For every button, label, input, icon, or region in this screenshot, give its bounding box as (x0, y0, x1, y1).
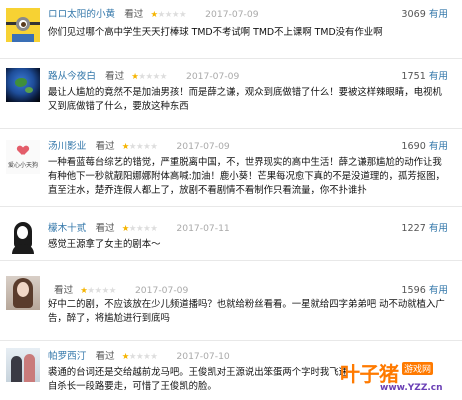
star-empty-icon: ★ (150, 352, 158, 362)
useful-button[interactable]: 有用 (429, 9, 448, 20)
star-filled-icon: ★ (121, 224, 130, 234)
review-item: 路从今夜白 看过 ★★★★★ 2017-07-09 1751 有用 最让人尴尬的竟… (0, 62, 462, 128)
useful-votes: 1227 有用 (401, 222, 448, 236)
star-empty-icon: ★ (152, 72, 161, 82)
watermark-url: www.YZZ.cn (380, 383, 443, 393)
watermark-subtitle: 游戏网 (402, 362, 434, 375)
site-watermark: 叶子猪 游戏网 www.YZZ.cn (340, 358, 458, 398)
rating-stars: ★★★★★ (122, 142, 158, 152)
divider (0, 260, 462, 261)
review-meta: 檬木十贰 看过 ★★★★★ 2017-07-11 (48, 222, 230, 236)
vote-count: 1227 (401, 223, 426, 234)
user-avatar[interactable] (6, 348, 40, 382)
review-date: 2017-07-09 (176, 141, 230, 152)
vote-count: 1690 (401, 141, 426, 152)
username-link[interactable]: 路从今夜白 (48, 71, 96, 82)
review-date: 2017-07-09 (134, 285, 189, 296)
watched-status: 看过 (95, 351, 115, 362)
useful-button[interactable]: 有用 (429, 141, 448, 152)
review-date: 2017-07-09 (185, 71, 240, 82)
star-empty-icon: ★ (128, 352, 137, 362)
star-empty-icon: ★ (145, 72, 154, 82)
rating-stars: ★★★★★ (122, 224, 158, 234)
star-filled-icon: ★ (121, 142, 130, 152)
rating-stars: ★★★★★ (80, 286, 116, 296)
vote-count: 1596 (401, 285, 426, 296)
star-empty-icon: ★ (101, 286, 110, 296)
star-empty-icon: ★ (150, 142, 158, 152)
review-item: 檬木十贰 看过 ★★★★★ 2017-07-11 1227 有用 感觉王源拿了女主… (0, 214, 462, 264)
star-empty-icon: ★ (135, 142, 144, 152)
useful-button[interactable]: 有用 (429, 223, 448, 234)
vote-count: 3069 (401, 9, 426, 20)
review-meta: 看过 ★★★★★ 2017-07-09 (48, 284, 188, 298)
useful-votes: 1596 有用 (401, 284, 448, 298)
review-text: 最让人尴尬的竟然不是加油男孩！而是薛之谦，观众到底做错了什么！要被这样辣眼睛，电… (48, 87, 442, 112)
review-text: 一种看蓝莓台综艺的错觉，严重脱离中国，不，世界现实的高中生活！薛之谦那尴尬的动作… (48, 157, 445, 196)
star-empty-icon: ★ (150, 224, 158, 234)
review-date: 2017-07-10 (176, 351, 230, 362)
useful-votes: 1690 有用 (401, 140, 448, 154)
review-item: 看过 ★★★★★ 2017-07-09 1596 有用 好中二的剧，不应该放在少儿… (0, 276, 462, 338)
rating-stars: ★★★★★ (131, 72, 167, 82)
star-empty-icon: ★ (159, 72, 168, 82)
user-avatar[interactable]: 爱心小天狗 (6, 140, 40, 174)
star-empty-icon: ★ (87, 286, 95, 296)
review-text: 裘通的台词还是交给越前龙马吧。王俊凯对王源说出笨蛋两个字时我飞速自杀长一段路要走… (48, 367, 349, 392)
user-avatar[interactable] (6, 276, 40, 310)
star-empty-icon: ★ (138, 72, 146, 82)
username-link[interactable]: 汤川影业 (48, 141, 86, 152)
user-avatar[interactable] (6, 8, 40, 42)
star-filled-icon: ★ (121, 352, 130, 362)
star-empty-icon: ★ (135, 224, 144, 234)
rating-stars: ★★★★★ (150, 10, 186, 20)
star-filled-icon: ★ (150, 10, 158, 20)
star-empty-icon: ★ (128, 142, 137, 152)
useful-votes: 1751 有用 (401, 70, 448, 84)
divider (0, 128, 462, 129)
review-text: 感觉王源拿了女主的剧本～ (48, 239, 161, 250)
review-meta: 帕罗西汀 看过 ★★★★★ 2017-07-10 (48, 350, 230, 364)
rating-stars: ★★★★★ (122, 352, 158, 362)
star-empty-icon: ★ (135, 352, 144, 362)
star-empty-icon: ★ (94, 286, 103, 296)
review-date: 2017-07-11 (176, 223, 230, 234)
user-avatar[interactable] (6, 68, 40, 102)
useful-votes: 3069 有用 (401, 8, 448, 22)
username-link[interactable]: 檬木十贰 (48, 223, 86, 234)
review-meta: 路从今夜白 看过 ★★★★★ 2017-07-09 (48, 70, 239, 84)
username-link[interactable]: ロロ太阳的小黄 (48, 9, 115, 20)
star-empty-icon: ★ (157, 10, 166, 20)
watched-status: 看过 (124, 9, 144, 20)
divider (0, 206, 462, 207)
review-meta: 汤川影业 看过 ★★★★★ 2017-07-09 (48, 140, 230, 154)
username-link[interactable]: 帕罗西汀 (48, 351, 86, 362)
review-date: 2017-07-09 (205, 9, 259, 20)
useful-button[interactable]: 有用 (429, 285, 448, 296)
star-empty-icon: ★ (108, 286, 117, 296)
divider (0, 340, 462, 341)
star-empty-icon: ★ (178, 10, 187, 20)
vote-count: 1751 (401, 71, 426, 82)
watched-status: 看过 (95, 223, 115, 234)
watched-status: 看过 (54, 285, 74, 296)
watched-status: 看过 (95, 141, 115, 152)
useful-button[interactable]: 有用 (429, 71, 448, 82)
review-text: 你们见过哪个高中学生天天打棒球 TMD不考试啊 TMD不上课啊 TMD没有作业啊 (48, 27, 383, 38)
review-item: ロロ太阳的小黄 看过 ★★★★★ 2017-07-09 3069 有用 你们见过哪… (0, 0, 462, 60)
review-meta: ロロ太阳的小黄 看过 ★★★★★ 2017-07-09 (48, 8, 259, 22)
avatar-caption: 爱心小天狗 (7, 162, 38, 169)
review-item: 爱心小天狗 汤川影业 看过 ★★★★★ 2017-07-09 1690 有用 一种… (0, 132, 462, 206)
star-empty-icon: ★ (164, 10, 173, 20)
divider (0, 58, 462, 59)
watched-status: 看过 (105, 71, 125, 82)
review-text: 好中二的剧，不应该放在少儿频道播吗？也就给粉丝看看。一星就给四字弟弟吧 动不动就… (48, 299, 445, 324)
user-avatar[interactable] (6, 220, 40, 254)
star-empty-icon: ★ (128, 224, 137, 234)
star-empty-icon: ★ (171, 10, 180, 20)
